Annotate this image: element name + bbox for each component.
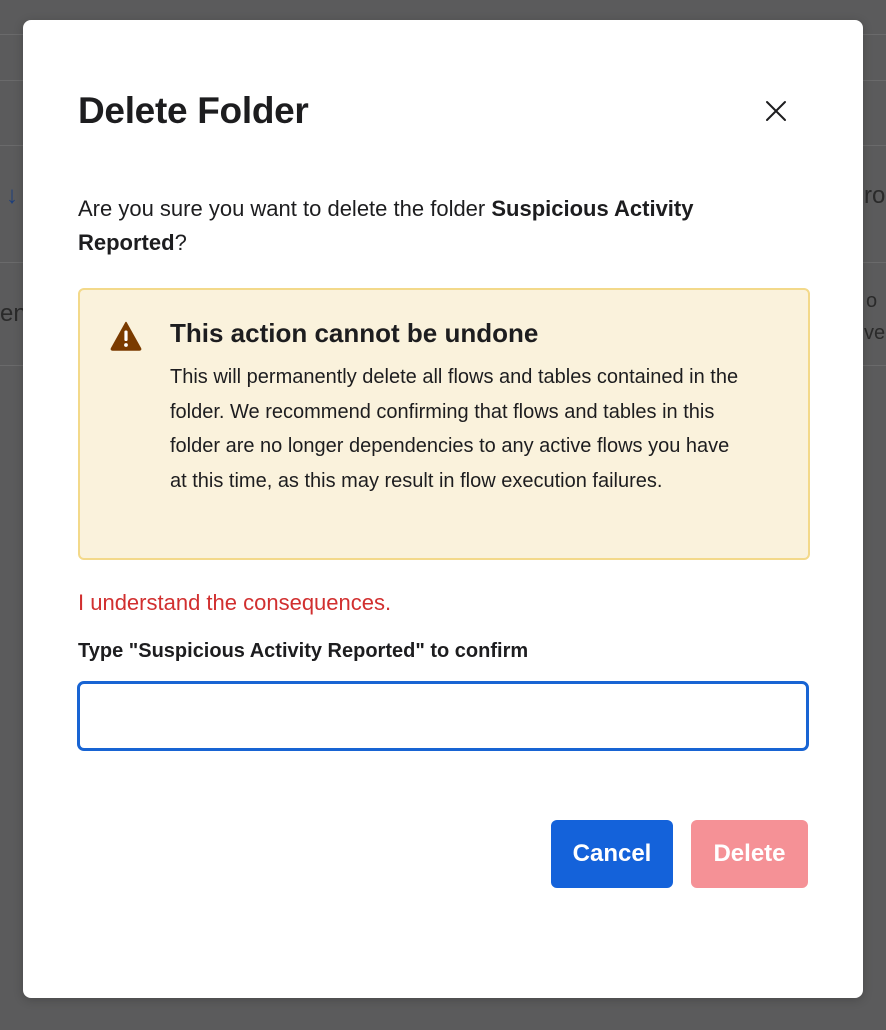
close-button[interactable] bbox=[759, 94, 793, 128]
warning-title: This action cannot be undone bbox=[170, 318, 539, 348]
confirm-folder-name-input[interactable] bbox=[77, 681, 809, 751]
dialog-title: Delete Folder bbox=[78, 90, 309, 131]
delete-button[interactable]: Delete bbox=[691, 820, 808, 888]
consequence-notice: I understand the consequences. bbox=[78, 590, 392, 615]
delete-folder-dialog: Delete Folder Are you sure you want to d… bbox=[23, 20, 863, 998]
warning-triangle-icon bbox=[110, 321, 142, 351]
background-text-fragment: o bbox=[866, 290, 878, 312]
background-sort-arrow-icon: ↓ bbox=[6, 182, 18, 209]
background-text-fragment: ve bbox=[864, 322, 886, 344]
warning-description: This will permanently delete all flows a… bbox=[170, 366, 739, 492]
dialog-message: Are you sure you want to delete the fold… bbox=[78, 192, 808, 260]
dialog-message-suffix: ? bbox=[174, 230, 187, 255]
dialog-message-prefix: Are you sure you want to delete the fold… bbox=[78, 196, 492, 221]
confirm-label: Type "Suspicious Activity Reported" to c… bbox=[78, 640, 529, 662]
close-icon bbox=[766, 101, 786, 121]
cancel-button[interactable]: Cancel bbox=[551, 820, 673, 888]
warning-callout: This action cannot be undone This will p… bbox=[78, 288, 810, 560]
background-text-fragment: ro bbox=[864, 182, 886, 209]
